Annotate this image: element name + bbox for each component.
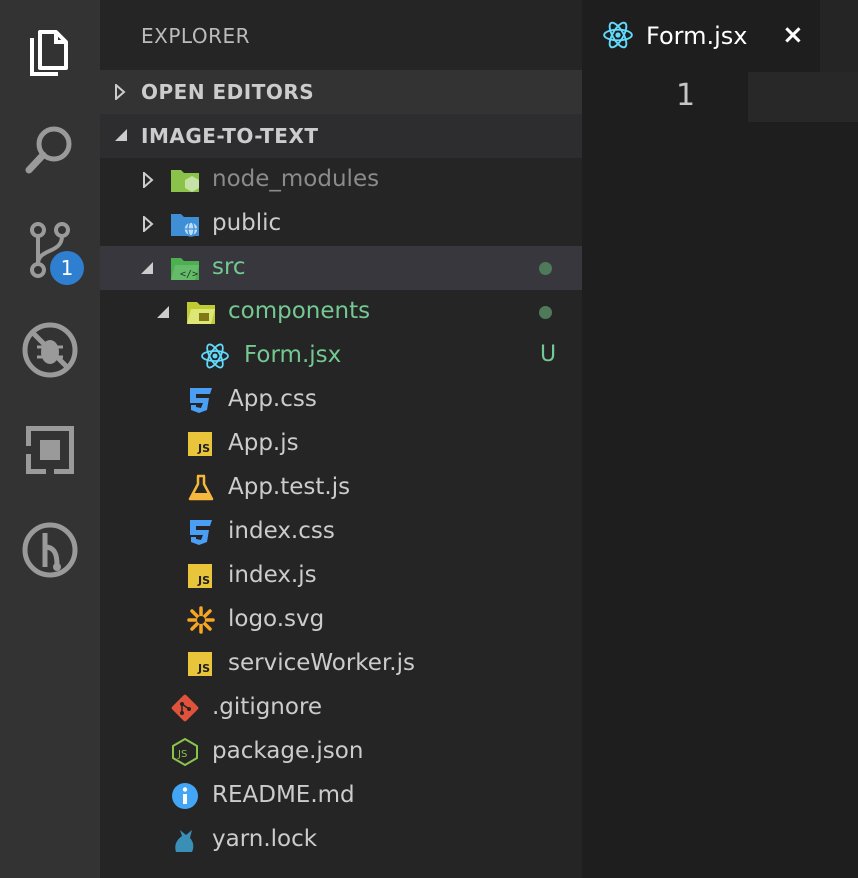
tree-item-form-jsx[interactable]: Form.jsx U [100,334,582,378]
tree-item-logo-svg[interactable]: logo.svg [100,598,582,642]
tree-item-label: yarn.lock [212,826,318,852]
tree-item-gitignore[interactable]: .gitignore [100,686,582,730]
tree-item-yarn-lock[interactable]: yarn.lock [100,818,582,862]
svg-text:JS: JS [177,749,187,760]
extensions-icon [26,426,74,474]
tree-item-label: node_modules [212,166,380,192]
chevron-down-icon [157,306,169,318]
modified-dot [539,262,552,275]
tree-item-label: components [228,298,371,324]
gitlens-icon [22,522,78,578]
activity-bar: 1 [0,0,100,878]
tree-item-label: App.js [228,430,299,456]
folder-components-icon [187,302,215,324]
extensions-button[interactable] [0,400,100,500]
editor-area: Form.jsx × 1 [582,0,858,878]
info-icon [172,783,198,809]
line-number: 1 [676,78,696,113]
debug-icon [22,322,78,378]
tree-item-label: index.js [228,562,317,588]
tree-item-serviceworker-js[interactable]: JS serviceWorker.js [100,642,582,686]
search-icon [25,126,72,174]
tree-item-index-css[interactable]: index.css [100,510,582,554]
tree-item-label: App.test.js [228,474,351,500]
tree-item-src[interactable]: </> src [100,246,582,290]
sidebar-title: EXPLORER [141,24,250,48]
nodejs-icon: JS [172,738,198,766]
tree-item-package-json[interactable]: JS package.json [100,730,582,774]
current-line-highlight[interactable] [748,72,858,122]
tab-strip [820,0,858,72]
files-icon [30,30,68,76]
tree-item-components[interactable]: components [100,290,582,334]
search-button[interactable] [0,100,100,200]
tree-item-label: serviceWorker.js [228,650,415,676]
tree-item-app-test-js[interactable]: App.test.js [100,466,582,510]
source-control-button[interactable] [0,200,100,300]
tree-item-index-js[interactable]: JS index.js [100,554,582,598]
open-editors-label: OPEN EDITORS [141,80,315,104]
test-flask-icon [188,474,214,501]
gitlens-button[interactable] [0,500,100,600]
tree-item-label: logo.svg [228,606,325,632]
explorer-sidebar: EXPLORER OPEN EDITORS IMAGE-TO-TEXT node… [100,0,582,878]
react-icon [603,21,633,49]
chevron-right-icon [143,216,154,232]
chevron-right-icon [143,172,154,188]
modified-dot [539,306,552,319]
folder-public-icon [171,214,199,237]
tree-item-public[interactable]: public [100,202,582,246]
git-icon [171,694,199,722]
svg-icon [187,606,215,634]
css-icon [190,520,212,545]
tree-item-label: public [212,210,282,236]
tree-item-app-js[interactable]: JS App.js [100,422,582,466]
tab-form-jsx[interactable]: Form.jsx × [582,0,820,72]
tree-item-label: src [212,254,246,280]
debug-button[interactable] [0,300,100,400]
folder-node-icon [171,170,199,192]
svg-text:</>: </> [180,269,198,280]
tree-item-label: .gitignore [212,694,323,720]
tree-item-label: package.json [212,738,364,764]
js-icon: JS [188,562,218,590]
tree-item-app-css[interactable]: App.css [100,378,582,422]
js-icon: JS [188,650,218,678]
untracked-status: U [540,342,557,367]
chevron-down-icon [115,129,127,141]
tree-item-node-modules[interactable]: node_modules [100,158,582,202]
explorer-button[interactable] [0,0,100,100]
tree-item-readme-md[interactable]: README.md [100,774,582,818]
yarn-icon [175,830,194,852]
close-icon[interactable]: × [782,20,804,50]
tab-label: Form.jsx [646,22,748,50]
tree-item-label: README.md [212,782,355,808]
project-header[interactable]: IMAGE-TO-TEXT [100,114,582,158]
chevron-down-icon [141,262,153,274]
js-icon: JS [188,430,218,458]
tree-item-label: App.css [228,386,317,412]
css-icon [190,388,212,413]
tree-item-label: Form.jsx [244,342,342,368]
open-editors-header[interactable]: OPEN EDITORS [100,70,582,114]
project-label: IMAGE-TO-TEXT [141,124,319,148]
chevron-right-icon [115,84,126,100]
source-control-badge: 1 [50,251,84,285]
tree-item-label: index.css [228,518,335,544]
folder-src-icon: </> [171,258,199,280]
react-icon [201,343,229,369]
